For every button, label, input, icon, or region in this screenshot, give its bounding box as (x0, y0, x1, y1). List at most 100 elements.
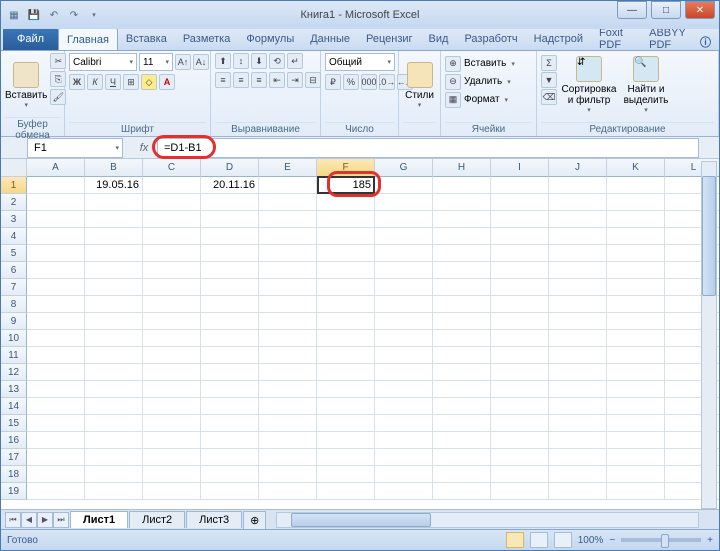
cell-B13[interactable] (85, 381, 143, 398)
cell-A4[interactable] (27, 228, 85, 245)
col-header-I[interactable]: I (491, 159, 549, 177)
cell-D17[interactable] (201, 449, 259, 466)
shrink-font-icon[interactable]: A↓ (193, 54, 209, 70)
cell-E10[interactable] (259, 330, 317, 347)
cell-I5[interactable] (491, 245, 549, 262)
cell-I19[interactable] (491, 483, 549, 500)
cell-C14[interactable] (143, 398, 201, 415)
cell-F7[interactable] (317, 279, 375, 296)
cell-G9[interactable] (375, 313, 433, 330)
cell-H8[interactable] (433, 296, 491, 313)
cell-E11[interactable] (259, 347, 317, 364)
vertical-scrollbar[interactable] (701, 161, 717, 509)
cell-K4[interactable] (607, 228, 665, 245)
underline-icon[interactable]: Ч (105, 74, 121, 90)
sheet-tab-3[interactable]: Лист3 (186, 511, 242, 528)
copy-icon[interactable]: ⎘ (50, 71, 66, 87)
row-header-2[interactable]: 2 (1, 194, 27, 211)
zoom-out-button[interactable]: − (609, 535, 615, 546)
grow-font-icon[interactable]: A↑ (175, 54, 191, 70)
cell-E5[interactable] (259, 245, 317, 262)
cell-F16[interactable] (317, 432, 375, 449)
tab-foxit[interactable]: Foxit PDF (591, 28, 641, 50)
col-header-F[interactable]: F (317, 159, 375, 177)
cell-C7[interactable] (143, 279, 201, 296)
cell-C10[interactable] (143, 330, 201, 347)
cell-B12[interactable] (85, 364, 143, 381)
cell-F9[interactable] (317, 313, 375, 330)
cell-B6[interactable] (85, 262, 143, 279)
cell-A7[interactable] (27, 279, 85, 296)
cell-A10[interactable] (27, 330, 85, 347)
tab-formulas[interactable]: Формулы (238, 28, 302, 50)
cell-D14[interactable] (201, 398, 259, 415)
cell-K16[interactable] (607, 432, 665, 449)
cell-F17[interactable] (317, 449, 375, 466)
cell-D19[interactable] (201, 483, 259, 500)
cell-H2[interactable] (433, 194, 491, 211)
cell-I7[interactable] (491, 279, 549, 296)
col-header-D[interactable]: D (201, 159, 259, 177)
cell-I3[interactable] (491, 211, 549, 228)
cell-B8[interactable] (85, 296, 143, 313)
cell-A15[interactable] (27, 415, 85, 432)
cell-I16[interactable] (491, 432, 549, 449)
sheet-tab-2[interactable]: Лист2 (129, 511, 185, 528)
formula-input[interactable]: =D1-B1 (157, 138, 699, 158)
currency-icon[interactable]: ₽ (325, 74, 341, 90)
cell-G8[interactable] (375, 296, 433, 313)
cell-B9[interactable] (85, 313, 143, 330)
cell-J12[interactable] (549, 364, 607, 381)
cell-B4[interactable] (85, 228, 143, 245)
cell-A17[interactable] (27, 449, 85, 466)
cell-A5[interactable] (27, 245, 85, 262)
increase-decimal-icon[interactable]: .0→ (379, 74, 395, 90)
format-painter-icon[interactable]: 🖌 (50, 89, 66, 105)
minimize-button[interactable]: — (617, 1, 647, 19)
cell-J1[interactable] (549, 177, 607, 194)
zoom-slider[interactable] (621, 538, 701, 542)
cell-H14[interactable] (433, 398, 491, 415)
cell-I8[interactable] (491, 296, 549, 313)
cut-icon[interactable]: ✂ (50, 53, 66, 69)
cell-J9[interactable] (549, 313, 607, 330)
cell-K7[interactable] (607, 279, 665, 296)
font-size-select[interactable]: 11▾ (139, 53, 173, 71)
cell-J3[interactable] (549, 211, 607, 228)
row-header-15[interactable]: 15 (1, 415, 27, 432)
cell-I17[interactable] (491, 449, 549, 466)
cell-H5[interactable] (433, 245, 491, 262)
cell-K15[interactable] (607, 415, 665, 432)
cell-I2[interactable] (491, 194, 549, 211)
cell-A11[interactable] (27, 347, 85, 364)
cell-A3[interactable] (27, 211, 85, 228)
col-header-K[interactable]: K (607, 159, 665, 177)
cell-K10[interactable] (607, 330, 665, 347)
cell-I1[interactable] (491, 177, 549, 194)
cell-F4[interactable] (317, 228, 375, 245)
cell-J11[interactable] (549, 347, 607, 364)
cell-E8[interactable] (259, 296, 317, 313)
cell-D4[interactable] (201, 228, 259, 245)
cell-J16[interactable] (549, 432, 607, 449)
cell-A2[interactable] (27, 194, 85, 211)
cell-I15[interactable] (491, 415, 549, 432)
cell-E2[interactable] (259, 194, 317, 211)
align-right-icon[interactable]: ≡ (251, 72, 267, 88)
cell-C16[interactable] (143, 432, 201, 449)
cell-I11[interactable] (491, 347, 549, 364)
cell-F6[interactable] (317, 262, 375, 279)
tab-view[interactable]: Вид (421, 28, 457, 50)
cell-F15[interactable] (317, 415, 375, 432)
cell-H3[interactable] (433, 211, 491, 228)
col-header-G[interactable]: G (375, 159, 433, 177)
cell-I14[interactable] (491, 398, 549, 415)
delete-cells-button[interactable]: ⊖Удалить▾ (445, 73, 511, 90)
cell-G3[interactable] (375, 211, 433, 228)
sheet-last-button[interactable]: ⏭ (53, 512, 69, 528)
cell-J18[interactable] (549, 466, 607, 483)
view-layout-button[interactable] (530, 532, 548, 548)
indent-increase-icon[interactable]: ⇥ (287, 72, 303, 88)
cell-K8[interactable] (607, 296, 665, 313)
cell-D13[interactable] (201, 381, 259, 398)
